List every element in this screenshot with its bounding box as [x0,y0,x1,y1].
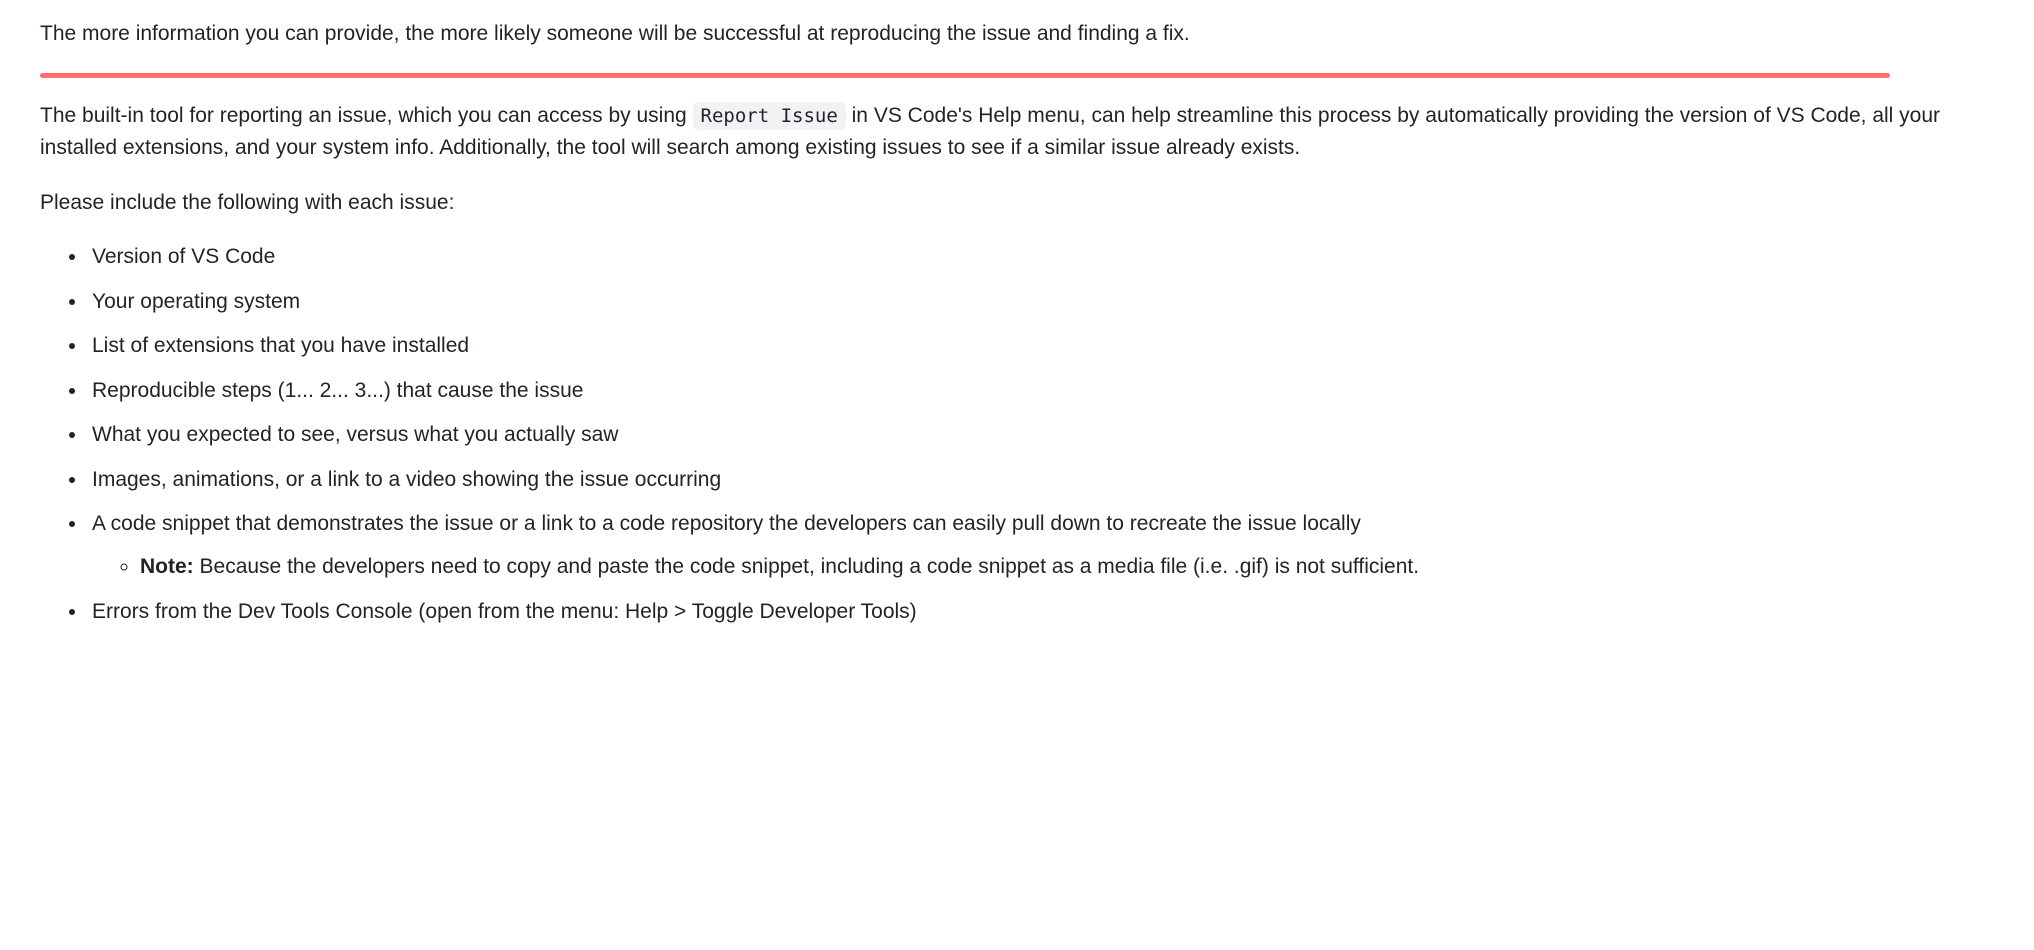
list-item: Your operating system [88,286,1994,319]
list-item: List of extensions that you have install… [88,330,1994,363]
note-label: Note: [140,555,194,578]
issue-checklist: Version of VS Code Your operating system… [40,241,1994,628]
note-list-item: Note: Because the developers need to cop… [140,551,1994,584]
list-item: Images, animations, or a link to a video… [88,464,1994,497]
list-item-text: A code snippet that demonstrates the iss… [92,512,1361,535]
include-heading: Please include the following with each i… [40,187,1994,220]
note-text: Because the developers need to copy and … [194,555,1419,578]
report-issue-code: Report Issue [693,102,846,130]
list-item: A code snippet that demonstrates the iss… [88,508,1994,583]
note-sublist: Note: Because the developers need to cop… [92,551,1994,584]
list-item: Version of VS Code [88,241,1994,274]
document-body: The more information you can provide, th… [0,0,2034,680]
intro-paragraph: The more information you can provide, th… [40,18,1994,51]
list-item: Errors from the Dev Tools Console (open … [88,596,1994,629]
list-item: What you expected to see, versus what yo… [88,419,1994,452]
divider-red [40,73,1890,78]
report-issue-paragraph: The built-in tool for reporting an issue… [40,100,1994,165]
para2-pre-text: The built-in tool for reporting an issue… [40,104,693,127]
list-item: Reproducible steps (1... 2... 3...) that… [88,375,1994,408]
